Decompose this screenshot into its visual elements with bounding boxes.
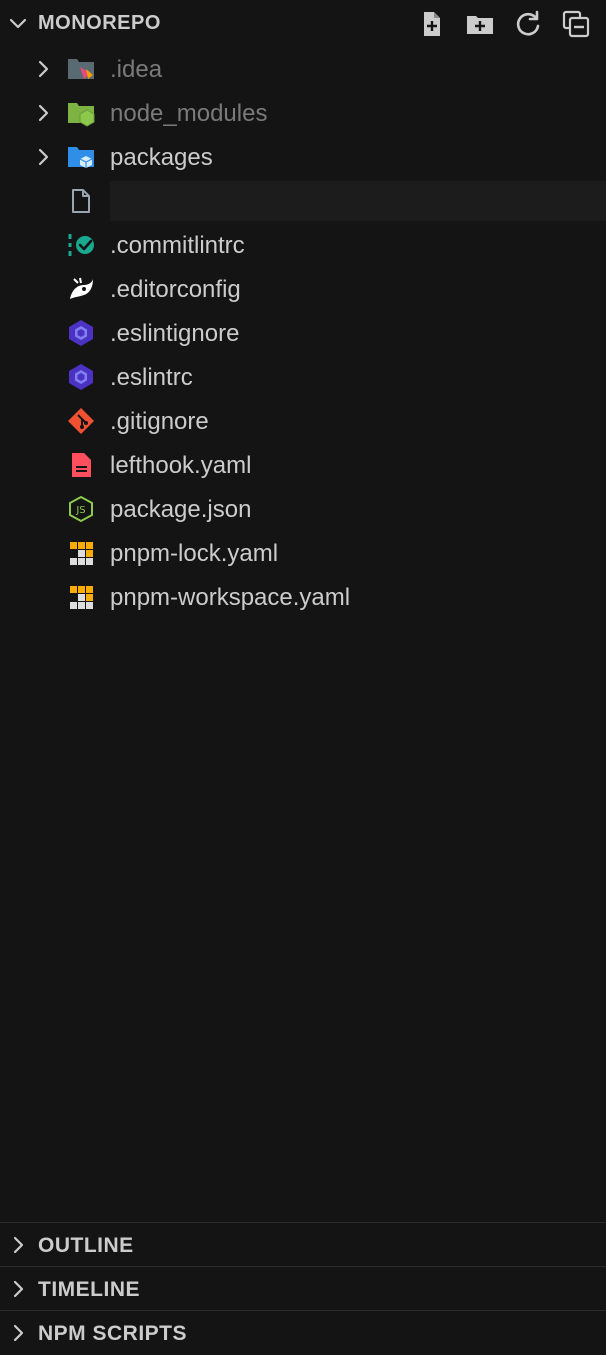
- tree-item-commitlintrc[interactable]: .commitlintrc: [0, 223, 606, 267]
- panel-title: TIMELINE: [38, 1278, 140, 1301]
- new-file-name-input[interactable]: [110, 181, 606, 221]
- tree-item-label: .gitignore: [110, 408, 209, 435]
- collapse-all-icon: [562, 10, 590, 38]
- file-tree: .idea node_modules packages .commitlintr…: [0, 47, 606, 619]
- tree-item-gitignore[interactable]: .gitignore: [0, 399, 606, 443]
- tree-item-label: pnpm-lock.yaml: [110, 540, 279, 567]
- tree-item-label: pnpm-workspace.yaml: [110, 584, 351, 611]
- refresh-button[interactable]: [512, 8, 544, 40]
- idea-folder-icon: [66, 55, 96, 83]
- svg-text:JS: JS: [75, 505, 85, 516]
- pnpm-icon: [66, 583, 96, 611]
- chevron-right-icon: [8, 1279, 28, 1299]
- tree-item-pnpm-lock[interactable]: pnpm-lock.yaml: [0, 531, 606, 575]
- tree-item-label: package.json: [110, 496, 252, 523]
- chevron-right-icon: [33, 103, 53, 123]
- pnpm-icon: [66, 539, 96, 567]
- tree-item-node-modules[interactable]: node_modules: [0, 91, 606, 135]
- tree-item-label: .editorconfig: [110, 276, 241, 303]
- chevron-right-icon: [33, 147, 53, 167]
- refresh-icon: [516, 10, 540, 36]
- tree-item-new-file[interactable]: [0, 179, 606, 223]
- tree-item-label: packages: [110, 144, 213, 171]
- nodejs-icon: JS: [66, 495, 96, 523]
- node-folder-icon: [66, 99, 96, 127]
- tree-item-label: lefthook.yaml: [110, 452, 252, 479]
- tree-item-packages[interactable]: packages: [0, 135, 606, 179]
- tree-item-editorconfig[interactable]: .editorconfig: [0, 267, 606, 311]
- eslint-icon: [66, 319, 96, 347]
- tree-item-package-json[interactable]: JS package.json: [0, 487, 606, 531]
- tree-item-eslintignore[interactable]: .eslintignore: [0, 311, 606, 355]
- panel-timeline[interactable]: TIMELINE: [0, 1266, 606, 1311]
- tree-item-label: .commitlintrc: [110, 232, 245, 259]
- chevron-right-icon: [8, 1235, 28, 1255]
- eslint-icon: [66, 363, 96, 391]
- new-file-button[interactable]: [416, 8, 448, 40]
- tree-item-lefthook[interactable]: lefthook.yaml: [0, 443, 606, 487]
- chevron-right-icon: [8, 1323, 28, 1343]
- new-file-icon: [424, 12, 440, 36]
- lefthook-icon: [66, 451, 96, 479]
- tree-item-label: node_modules: [110, 100, 268, 127]
- collapse-all-button[interactable]: [560, 8, 592, 40]
- packages-folder-icon: [66, 143, 96, 171]
- panel-npm-scripts[interactable]: NPM SCRIPTS: [0, 1310, 606, 1355]
- explorer-header[interactable]: MONOREPO: [0, 0, 606, 48]
- tree-item-label: .idea: [110, 56, 163, 83]
- editorconfig-icon: [66, 275, 96, 303]
- panel-title: NPM SCRIPTS: [38, 1322, 188, 1345]
- explorer-title: MONOREPO: [38, 12, 161, 34]
- new-folder-button[interactable]: [464, 8, 496, 40]
- tree-item-pnpm-workspace[interactable]: pnpm-workspace.yaml: [0, 575, 606, 619]
- panel-title: OUTLINE: [38, 1234, 134, 1257]
- chevron-down-icon: [8, 14, 28, 34]
- file-icon: [66, 187, 96, 215]
- commitlint-icon: [66, 231, 96, 259]
- tree-item-label: .eslintignore: [110, 320, 240, 347]
- new-folder-icon: [467, 16, 493, 34]
- git-icon: [66, 407, 96, 435]
- tree-item-idea[interactable]: .idea: [0, 47, 606, 91]
- tree-item-label: .eslintrc: [110, 364, 193, 391]
- chevron-right-icon: [33, 59, 53, 79]
- tree-item-eslintrc[interactable]: .eslintrc: [0, 355, 606, 399]
- panel-outline[interactable]: OUTLINE: [0, 1222, 606, 1267]
